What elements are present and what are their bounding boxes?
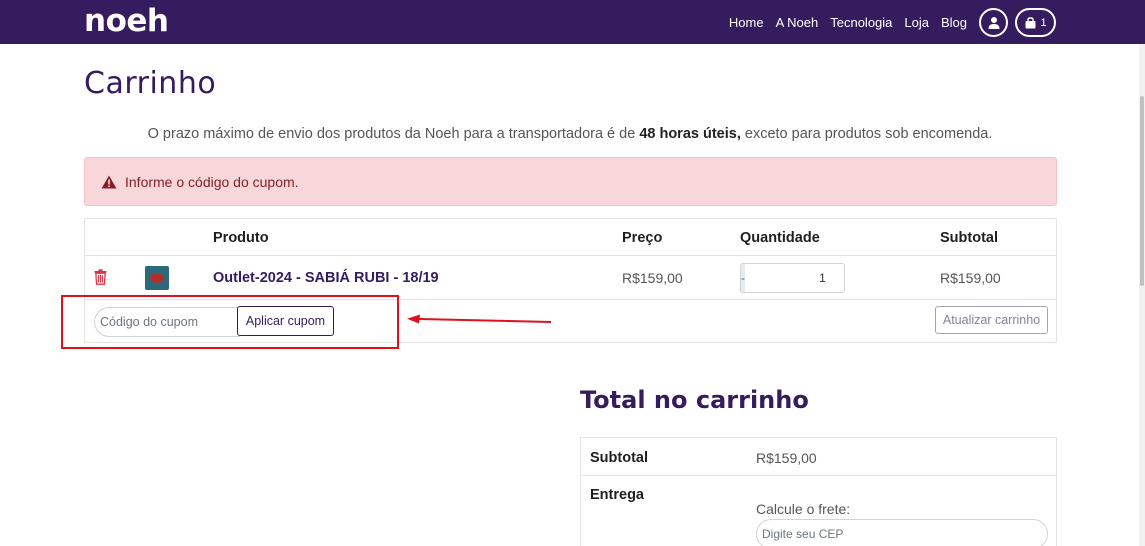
trash-icon	[94, 269, 107, 285]
account-button[interactable]	[979, 8, 1008, 37]
column-header-price: Preço	[622, 230, 663, 246]
notice-text-bold: 48 horas úteis,	[639, 126, 741, 142]
calc-shipping-label: Calcule o frete:	[756, 501, 851, 517]
alert-text: Informe o código do cupom.	[125, 173, 299, 190]
nav-link-a-noeh[interactable]: A Noeh	[776, 15, 819, 30]
quantity-input[interactable]	[745, 264, 844, 292]
nav-link-blog[interactable]: Blog	[941, 15, 967, 30]
navbar: noeh Home A Noeh Tecnologia Loja Blog 1	[0, 0, 1145, 44]
scrollbar[interactable]	[1139, 44, 1145, 546]
nav-link-home[interactable]: Home	[729, 15, 764, 30]
coupon-alert: Informe o código do cupom.	[84, 157, 1057, 206]
user-icon	[988, 16, 999, 29]
quantity-stepper: - +	[740, 263, 845, 293]
product-name-link[interactable]: Outlet-2024 - SABIÁ RUBI - 18/19	[213, 270, 439, 286]
product-thumbnail[interactable]	[145, 266, 169, 290]
warning-icon	[101, 175, 117, 188]
update-cart-button[interactable]: Atualizar carrinho	[935, 306, 1048, 334]
divider	[581, 475, 1056, 476]
notice-text-post: exceto para produtos sob encomenda.	[740, 126, 993, 142]
cart-button[interactable]: 1	[1015, 8, 1056, 37]
column-header-product: Produto	[213, 230, 269, 246]
logo[interactable]: noeh	[84, 3, 169, 39]
totals-subtotal-label: Subtotal	[590, 450, 648, 466]
nav-links: Home A Noeh Tecnologia Loja Blog	[729, 0, 967, 44]
column-header-subtotal: Subtotal	[940, 230, 998, 246]
annotation-highlight-box	[61, 295, 399, 349]
nav-link-loja[interactable]: Loja	[904, 15, 929, 30]
scrollbar-thumb[interactable]	[1140, 96, 1144, 286]
product-price: R$159,00	[622, 270, 683, 286]
cep-input[interactable]	[756, 519, 1048, 546]
shopping-bag-icon	[1025, 17, 1036, 29]
cart-count-badge: 1	[1040, 16, 1047, 29]
nav-link-tecnologia[interactable]: Tecnologia	[830, 15, 892, 30]
notice-text-pre: O prazo máximo de envio dos produtos da …	[147, 126, 640, 142]
cart-totals-table: Subtotal R$159,00 Entrega Calcule o fret…	[580, 437, 1057, 546]
page-title: Carrinho	[84, 66, 217, 101]
product-subtotal: R$159,00	[940, 270, 1001, 286]
cart-totals-title: Total no carrinho	[580, 386, 809, 414]
divider	[85, 255, 1056, 256]
shipping-notice: O prazo máximo de envio dos produtos da …	[84, 126, 1056, 142]
totals-subtotal-value: R$159,00	[756, 450, 817, 466]
logo-text[interactable]: noeh	[84, 3, 169, 39]
column-header-quantity: Quantidade	[740, 230, 820, 246]
totals-shipping-label: Entrega	[590, 487, 644, 503]
annotation-arrow	[407, 314, 552, 324]
remove-item-button[interactable]	[94, 269, 107, 290]
